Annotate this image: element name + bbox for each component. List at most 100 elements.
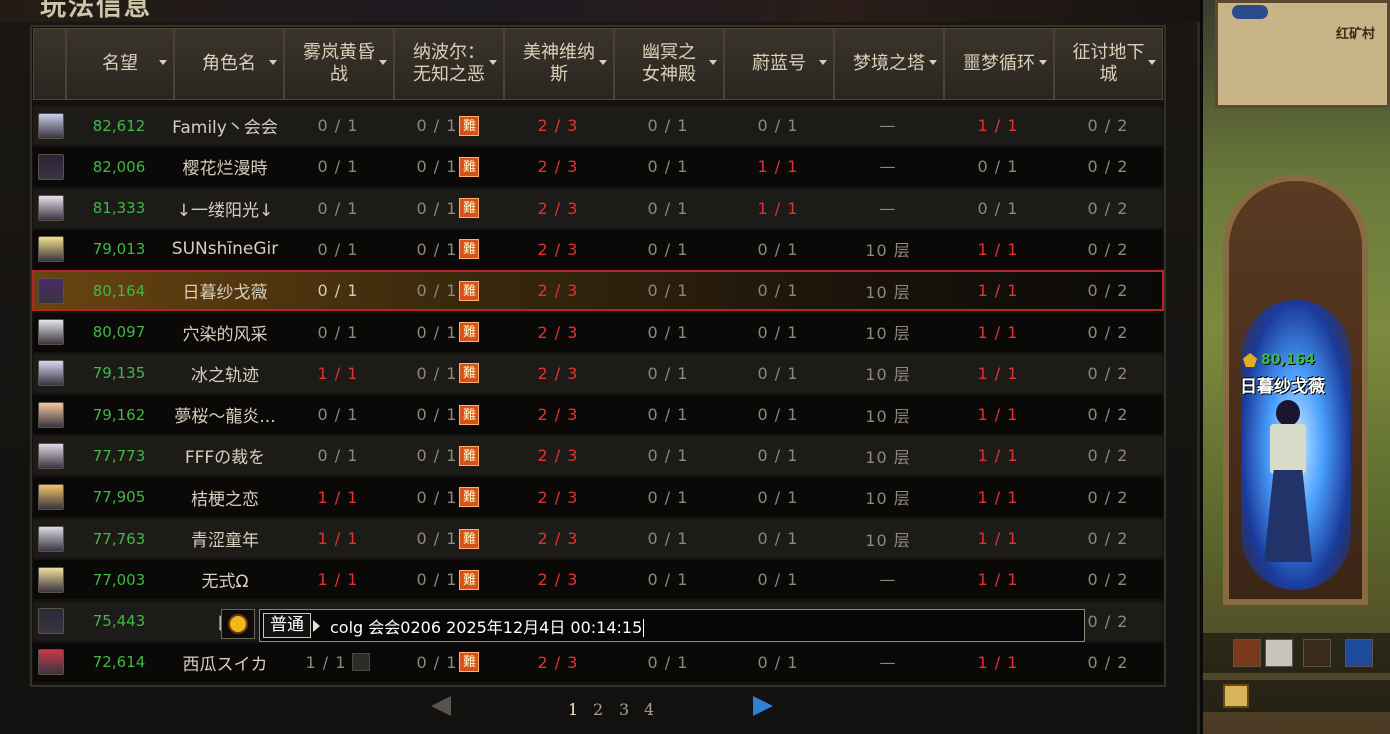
progress-value: 2 / 3 bbox=[537, 570, 579, 590]
progress-value: 0 / 1 bbox=[416, 652, 458, 672]
dungeon-progress-cell: 1 / 1 bbox=[723, 147, 833, 186]
dungeon-progress-cell: 0 / 1 bbox=[283, 230, 393, 269]
dungeon-progress-cell: 10 层 bbox=[833, 519, 943, 558]
chat-channel-selector[interactable]: 普通 bbox=[263, 613, 311, 638]
avatar bbox=[38, 649, 64, 676]
dungeon-progress-cell: 0 / 2 bbox=[1053, 271, 1163, 310]
text-caret bbox=[643, 619, 645, 637]
dungeon-progress-cell: 2 / 3 bbox=[503, 436, 613, 475]
fame-value: 75,443 bbox=[92, 612, 146, 631]
progress-value: 1 / 1 bbox=[977, 405, 1019, 425]
table-row[interactable]: 80,164 日暮纱戈薇 0 / 10 / 1難2 / 30 / 10 / 1 10 … bbox=[32, 270, 1164, 312]
dungeon-progress-cell: 0 / 1 bbox=[723, 230, 833, 269]
progress-value: 0 / 1 bbox=[647, 322, 689, 342]
header-dungeon-4[interactable]: 蔚蓝号 bbox=[724, 28, 834, 100]
progress-value: 0 / 1 bbox=[317, 322, 359, 342]
page-number[interactable]: 4 bbox=[644, 700, 654, 719]
table-row[interactable]: 79,162 夢桜～龍炎... 0 / 10 / 1難2 / 30 / 10 / 1… bbox=[33, 395, 1163, 435]
progress-value: 1 / 1 bbox=[977, 281, 1019, 301]
header-dungeon-6[interactable]: 噩梦循环 bbox=[944, 28, 1054, 100]
table-row[interactable]: 77,773 FFFの裁を 0 / 10 / 1難2 / 30 / 10 / 1 10… bbox=[33, 436, 1163, 476]
table-row[interactable]: 77,763 青涩童年 1 / 10 / 1難2 / 30 / 10 / 1 10 层… bbox=[33, 519, 1163, 558]
chat-input-text[interactable]: colg 会会0206 2025年12月4日 00:14:15 bbox=[330, 614, 645, 638]
dungeon-progress-cell: 0 / 1 bbox=[613, 106, 723, 145]
sort-arrow-icon bbox=[929, 60, 937, 65]
fame-value: 82,006 bbox=[92, 157, 146, 176]
dungeon-progress-cell: 1 / 1 bbox=[943, 436, 1053, 475]
table-row[interactable]: 82,612 Family丶会会 0 / 10 / 1難2 / 30 / 10 / … bbox=[33, 106, 1163, 145]
progress-value: 1 / 1 bbox=[317, 363, 359, 383]
header-dungeon-2[interactable]: 美神维纳斯 bbox=[504, 28, 614, 100]
table-row[interactable]: 80,097 穴染的风采 0 / 10 / 1難2 / 30 / 10 / 1 10 … bbox=[33, 312, 1163, 352]
progress-value: 2 / 3 bbox=[537, 198, 579, 218]
progress-value: 0 / 1 bbox=[757, 322, 799, 342]
progress-value: 0 / 1 bbox=[757, 446, 799, 466]
sort-arrow-icon bbox=[159, 60, 167, 65]
table-row[interactable]: 79,013 SUNshīneGir 0 / 10 / 1難2 / 30 / 10 … bbox=[33, 229, 1163, 269]
player-name: 日暮纱戈薇 bbox=[1240, 377, 1325, 397]
dungeon-progress-cell: 0 / 1 bbox=[613, 230, 723, 269]
progress-value: 2 / 3 bbox=[537, 322, 579, 342]
dungeon-progress-cell: 0 / 1難 bbox=[393, 519, 503, 558]
minimap[interactable]: 红矿村 bbox=[1215, 0, 1390, 108]
header-dungeon-3[interactable]: 幽冥之女神殿 bbox=[614, 28, 724, 100]
channel-arrow-icon[interactable] bbox=[313, 619, 320, 632]
progress-value: 2 / 3 bbox=[537, 363, 579, 383]
dungeon-progress-cell: 0 / 1 bbox=[613, 436, 723, 475]
header-dungeon-0[interactable]: 雾岚黄昏战 bbox=[284, 28, 394, 100]
dungeon-progress-cell: 0 / 1難 bbox=[393, 106, 503, 145]
emoji-face-icon[interactable] bbox=[221, 609, 255, 639]
dungeon-progress-cell: 0 / 1 bbox=[283, 147, 393, 186]
dungeon-progress-cell: 0 / 1 bbox=[613, 147, 723, 186]
header-dungeon-5[interactable]: 梦境之塔 bbox=[834, 28, 944, 100]
header-dungeon-1[interactable]: 纳波尔：无知之恶 bbox=[394, 28, 504, 100]
prev-page-arrow-icon[interactable] bbox=[431, 696, 451, 716]
character-portrait-icon[interactable] bbox=[1265, 639, 1293, 667]
progress-value: 0 / 1 bbox=[647, 487, 689, 507]
header-dungeon-7[interactable]: 征讨地下城 bbox=[1054, 28, 1163, 100]
progress-value: 0 / 1 bbox=[757, 281, 799, 301]
header-name[interactable]: 角色名 bbox=[174, 28, 284, 100]
progress-value: 1 / 1 bbox=[317, 487, 359, 507]
dungeon-progress-cell: 0 / 1 bbox=[613, 643, 723, 682]
table-row[interactable]: 77,003 无式Ω 1 / 10 / 1難2 / 30 / 10 / 1—1 / … bbox=[33, 560, 1163, 600]
progress-value: 2 / 3 bbox=[537, 157, 579, 177]
progress-value: 0 / 2 bbox=[1087, 529, 1129, 548]
dungeon-progress-cell: 0 / 2 bbox=[1053, 478, 1163, 517]
header-dungeon-label: 蔚蓝号 bbox=[752, 53, 806, 74]
progress-value: 0 / 1 bbox=[416, 281, 458, 301]
progress-value: 0 / 2 bbox=[1087, 570, 1129, 590]
progress-value: 0 / 1 bbox=[416, 198, 458, 218]
anvil-icon[interactable] bbox=[1303, 639, 1331, 667]
book-icon[interactable] bbox=[1223, 684, 1249, 708]
avatar bbox=[38, 319, 64, 345]
table-row[interactable]: 81,333 ↓一缕阳光↓ 0 / 10 / 1難2 / 30 / 11 / 1—0… bbox=[33, 188, 1163, 228]
dungeon-progress-cell: 2 / 3 bbox=[503, 560, 613, 599]
dungeon-progress-cell: 2 / 3 bbox=[503, 478, 613, 517]
progress-value: 1 / 1 bbox=[977, 116, 1019, 135]
phone-icon[interactable] bbox=[1345, 639, 1373, 667]
fame-value: 81,333 bbox=[92, 199, 146, 218]
header-fame[interactable]: 名望 bbox=[66, 28, 174, 100]
page-number[interactable]: 1 bbox=[568, 700, 578, 719]
character-name: Family丶会会 bbox=[172, 118, 278, 138]
chat-input[interactable]: 普通 colg 会会0206 2025年12月4日 00:14:15 bbox=[259, 609, 1085, 642]
progress-value: 1 / 1 bbox=[977, 239, 1019, 259]
fame-value: 77,763 bbox=[92, 529, 146, 548]
dungeon-progress-cell: 0 / 1 bbox=[283, 271, 393, 310]
page-number[interactable]: 2 bbox=[593, 700, 603, 719]
table-row[interactable]: 82,006 樱花烂漫時 0 / 10 / 1難2 / 30 / 11 / 1—0 … bbox=[33, 147, 1163, 187]
house-icon[interactable] bbox=[1233, 639, 1261, 667]
header-name-label: 角色名 bbox=[202, 53, 256, 74]
progress-value: 0 / 1 bbox=[757, 363, 799, 383]
dungeon-progress-cell: 10 层 bbox=[833, 271, 943, 310]
table-row[interactable]: 77,905 桔梗之恋 1 / 10 / 1難2 / 30 / 10 / 1 10 层… bbox=[33, 477, 1163, 517]
table-row[interactable]: 72,614 西瓜スイカ 1 / 10 / 1難2 / 30 / 10 / 1—1 … bbox=[33, 642, 1163, 682]
dungeon-progress-cell: — bbox=[833, 106, 943, 145]
progress-value: 2 / 3 bbox=[537, 487, 579, 507]
page-number[interactable]: 3 bbox=[619, 700, 629, 719]
dungeon-progress-cell: 0 / 1 bbox=[283, 313, 393, 352]
table-row[interactable]: 79,135 冰之轨迹 1 / 10 / 1難2 / 30 / 10 / 1 10 层… bbox=[33, 353, 1163, 393]
progress-value: 0 / 2 bbox=[1087, 322, 1129, 342]
next-page-arrow-icon[interactable] bbox=[753, 696, 773, 716]
